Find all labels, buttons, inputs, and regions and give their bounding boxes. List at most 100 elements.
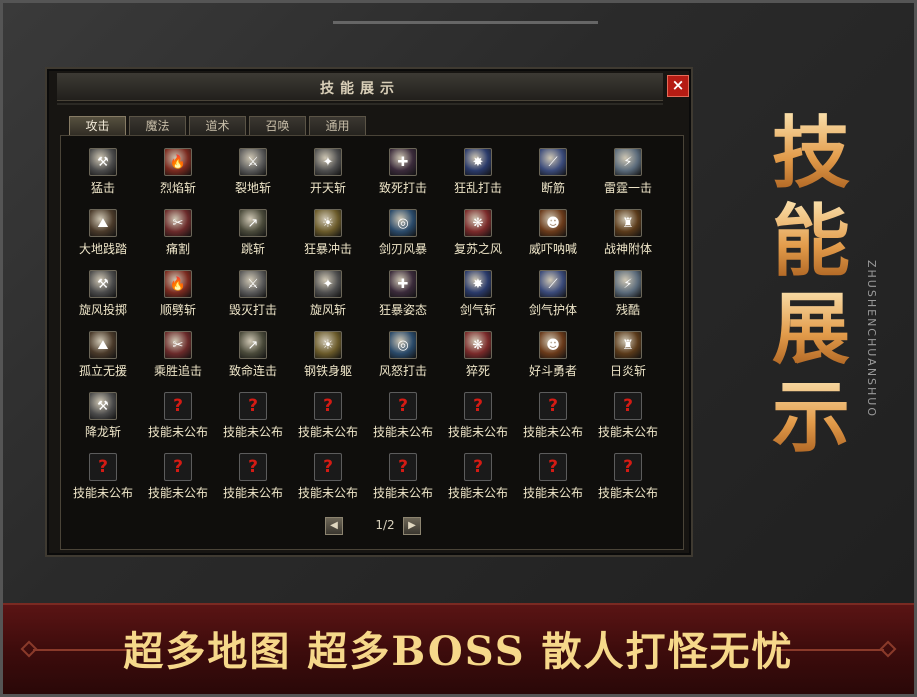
skill-item[interactable]: ✂ 乘胜追击 bbox=[139, 331, 213, 387]
skill-icon: ⛰ bbox=[89, 331, 117, 359]
skill-item[interactable]: ⚔ 裂地斩 bbox=[214, 148, 288, 204]
skill-icon: 🔥 bbox=[164, 148, 192, 176]
skill-item[interactable]: ♜ 日炎斩 bbox=[589, 331, 663, 387]
skill-item[interactable]: ❋ 猝死 bbox=[439, 331, 513, 387]
skill-icon: ◎ bbox=[389, 331, 417, 359]
skill-item[interactable]: ? 技能未公布 bbox=[214, 453, 288, 509]
skill-icon: ✚ bbox=[389, 148, 417, 176]
skill-icon: ⚔ bbox=[239, 148, 267, 176]
skill-item[interactable]: ⛰ 大地践踏 bbox=[64, 209, 138, 265]
tab-summon[interactable]: 召唤 bbox=[249, 116, 306, 136]
skill-item[interactable]: ⚒ 旋风投掷 bbox=[64, 270, 138, 326]
question-icon: ? bbox=[164, 392, 192, 420]
skill-panel: 技能展示 × 攻击 魔法 道术 召唤 通用 ⚒ 猛击 🔥 烈焰斩 ⚔ 裂地斩 ✦ 开天斩 ✚ 致死… bbox=[45, 67, 693, 557]
skill-icon: ✦ bbox=[314, 270, 342, 298]
skill-item[interactable]: ⚒ 降龙斩 bbox=[64, 392, 138, 448]
skill-item[interactable]: ⟋ 剑气护体 bbox=[514, 270, 588, 326]
skill-item[interactable]: ◎ 风怒打击 bbox=[364, 331, 438, 387]
question-icon: ? bbox=[539, 453, 567, 481]
skill-label: 战神附体 bbox=[603, 242, 652, 256]
skill-grid-area: ⚒ 猛击 🔥 烈焰斩 ⚔ 裂地斩 ✦ 开天斩 ✚ 致死打击 ✸ 狂乱打击 ⟋ 断筋 ⚡ 雷霆一击 ⛰ 大地践踏 ✂ 痛… bbox=[60, 135, 684, 550]
skill-item[interactable]: 🔥 顺劈斩 bbox=[139, 270, 213, 326]
question-icon: ? bbox=[239, 392, 267, 420]
skill-item[interactable]: ✸ 狂乱打击 bbox=[439, 148, 513, 204]
skill-item[interactable]: ☻ 威吓呐喊 bbox=[514, 209, 588, 265]
skill-item[interactable]: ✦ 旋风斩 bbox=[289, 270, 363, 326]
skill-item[interactable]: ✦ 开天斩 bbox=[289, 148, 363, 204]
skill-item[interactable]: ✚ 致死打击 bbox=[364, 148, 438, 204]
skill-icon: ⚒ bbox=[89, 392, 117, 420]
skill-label: 狂乱打击 bbox=[453, 181, 502, 195]
question-icon: ? bbox=[464, 453, 492, 481]
skill-label: 技能未公布 bbox=[222, 486, 283, 500]
skill-item[interactable]: ☻ 好斗勇者 bbox=[514, 331, 588, 387]
skill-item[interactable]: ✸ 剑气斩 bbox=[439, 270, 513, 326]
question-icon: ? bbox=[464, 392, 492, 420]
skill-item[interactable]: ⛰ 孤立无援 bbox=[64, 331, 138, 387]
question-icon: ? bbox=[539, 392, 567, 420]
promo-vertical-text: ZHUSHENCHUANSHUO bbox=[865, 260, 878, 419]
skill-item[interactable]: ? 技能未公布 bbox=[589, 392, 663, 448]
skill-label: 技能未公布 bbox=[597, 486, 658, 500]
skill-item[interactable]: ↗ 致命连击 bbox=[214, 331, 288, 387]
skill-item[interactable]: ↗ 跳斩 bbox=[214, 209, 288, 265]
skill-icon: ⛰ bbox=[89, 209, 117, 237]
skill-item[interactable]: ? 技能未公布 bbox=[289, 392, 363, 448]
question-icon: ? bbox=[314, 392, 342, 420]
skill-item[interactable]: ⟋ 断筋 bbox=[514, 148, 588, 204]
skill-icon: ♜ bbox=[614, 209, 642, 237]
question-icon: ? bbox=[89, 453, 117, 481]
arrow-left-icon[interactable]: ◀ bbox=[325, 517, 343, 535]
skill-label: 狂暴姿态 bbox=[378, 303, 427, 317]
skill-label: 复苏之风 bbox=[453, 242, 502, 256]
panel-title: 技能展示 bbox=[320, 81, 400, 97]
skill-item[interactable]: ⚡ 残酷 bbox=[589, 270, 663, 326]
close-button[interactable]: × bbox=[667, 75, 689, 97]
skill-item[interactable]: ✚ 狂暴姿态 bbox=[364, 270, 438, 326]
skill-label: 裂地斩 bbox=[234, 181, 271, 195]
skill-item[interactable]: ? 技能未公布 bbox=[439, 392, 513, 448]
skill-label: 大地践踏 bbox=[78, 242, 127, 256]
tab-general[interactable]: 通用 bbox=[309, 116, 366, 136]
skill-item[interactable]: ❋ 复苏之风 bbox=[439, 209, 513, 265]
skill-item[interactable]: ◎ 剑刃风暴 bbox=[364, 209, 438, 265]
skill-icon: ⚒ bbox=[89, 148, 117, 176]
skill-label: 痛割 bbox=[165, 242, 190, 256]
promo-char: 技 bbox=[772, 110, 872, 198]
skill-item[interactable]: ? 技能未公布 bbox=[139, 453, 213, 509]
arrow-right-icon[interactable]: ▶ bbox=[403, 517, 421, 535]
skill-item[interactable]: ? 技能未公布 bbox=[364, 453, 438, 509]
skill-item[interactable]: ? 技能未公布 bbox=[514, 453, 588, 509]
skill-label: 剑气斩 bbox=[459, 303, 496, 317]
skill-icon: ✚ bbox=[389, 270, 417, 298]
skill-label: 顺劈斩 bbox=[159, 303, 196, 317]
skill-icon: 🔥 bbox=[164, 270, 192, 298]
skill-label: 剑气护体 bbox=[528, 303, 577, 317]
skill-item[interactable]: ? 技能未公布 bbox=[364, 392, 438, 448]
skill-item[interactable]: ? 技能未公布 bbox=[589, 453, 663, 509]
tab-attack[interactable]: 攻击 bbox=[69, 116, 126, 136]
skill-label: 孤立无援 bbox=[78, 364, 127, 378]
skill-item[interactable]: ? 技能未公布 bbox=[214, 392, 288, 448]
skill-item[interactable]: ? 技能未公布 bbox=[289, 453, 363, 509]
skill-item[interactable]: ☀ 钢铁身躯 bbox=[289, 331, 363, 387]
skill-item[interactable]: ? 技能未公布 bbox=[64, 453, 138, 509]
skill-item[interactable]: ⚔ 毁灭打击 bbox=[214, 270, 288, 326]
skill-item[interactable]: ♜ 战神附体 bbox=[589, 209, 663, 265]
skill-label: 技能未公布 bbox=[372, 425, 433, 439]
skill-label: 技能未公布 bbox=[147, 486, 208, 500]
skill-item[interactable]: 🔥 烈焰斩 bbox=[139, 148, 213, 204]
tab-magic[interactable]: 魔法 bbox=[129, 116, 186, 136]
skill-item[interactable]: ⚡ 雷霆一击 bbox=[589, 148, 663, 204]
skill-item[interactable]: ? 技能未公布 bbox=[439, 453, 513, 509]
skill-item[interactable]: ✂ 痛割 bbox=[139, 209, 213, 265]
skill-label: 好斗勇者 bbox=[528, 364, 577, 378]
skill-item[interactable]: ? 技能未公布 bbox=[139, 392, 213, 448]
skill-icon: ⟋ bbox=[539, 270, 567, 298]
skill-item[interactable]: ☀ 狂暴冲击 bbox=[289, 209, 363, 265]
skill-label: 降龙斩 bbox=[84, 425, 121, 439]
question-icon: ? bbox=[389, 453, 417, 481]
skill-item[interactable]: ? 技能未公布 bbox=[514, 392, 588, 448]
tab-taoism[interactable]: 道术 bbox=[189, 116, 246, 136]
skill-item[interactable]: ⚒ 猛击 bbox=[64, 148, 138, 204]
